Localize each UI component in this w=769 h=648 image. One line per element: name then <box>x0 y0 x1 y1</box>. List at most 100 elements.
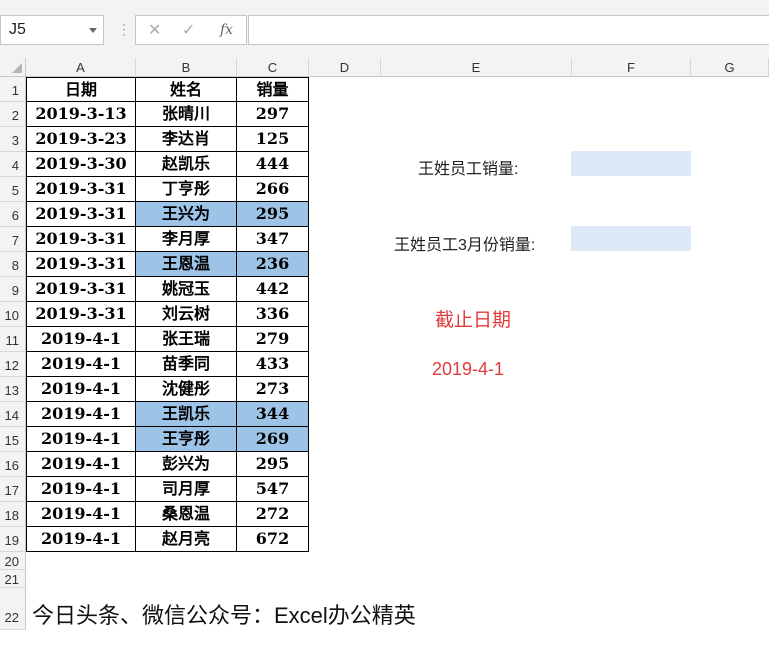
table-cell-name[interactable]: 姚冠玉 <box>136 277 237 302</box>
table-cell-sales[interactable]: 266 <box>237 177 309 202</box>
table-cell-sales[interactable]: 444 <box>237 152 309 177</box>
name-box-value: J5 <box>9 21 26 38</box>
row-header[interactable]: 4 <box>0 152 26 177</box>
row-header[interactable]: 21 <box>0 570 26 588</box>
table-cell-sales[interactable]: 295 <box>237 202 309 227</box>
row-header[interactable]: 10 <box>0 302 26 327</box>
table-cell-sales[interactable]: 269 <box>237 427 309 452</box>
row-header[interactable]: 7 <box>0 227 26 252</box>
row-header[interactable]: 6 <box>0 202 26 227</box>
table-cell-name[interactable]: 王恩温 <box>136 252 237 277</box>
table-cell-date[interactable]: 2019-4-1 <box>26 377 136 402</box>
row-header[interactable]: 16 <box>0 452 26 477</box>
table-cell-name[interactable]: 赵月亮 <box>136 527 237 552</box>
wang-march-sales-cell[interactable] <box>571 226 691 251</box>
table-header-cell[interactable]: 日期 <box>26 77 136 102</box>
table-cell-date[interactable]: 2019-3-13 <box>26 102 136 127</box>
table-cell-sales[interactable]: 279 <box>237 327 309 352</box>
table-cell-date[interactable]: 2019-4-1 <box>26 427 136 452</box>
wang-march-sales-label: 王姓员工3月份销量: <box>394 237 536 254</box>
row-header[interactable]: 8 <box>0 252 26 277</box>
row-header[interactable]: 19 <box>0 527 26 552</box>
table-cell-date[interactable]: 2019-4-1 <box>26 352 136 377</box>
table-cell-sales[interactable]: 273 <box>237 377 309 402</box>
table-cell-name[interactable]: 沈健彤 <box>136 377 237 402</box>
table-cell-date[interactable]: 2019-3-31 <box>26 202 136 227</box>
select-all-button[interactable] <box>0 58 26 77</box>
table-cell-sales[interactable]: 433 <box>237 352 309 377</box>
table-header-cell[interactable]: 销量 <box>237 77 309 102</box>
chevron-down-icon[interactable] <box>89 28 97 33</box>
table-cell-name[interactable]: 王亨彤 <box>136 427 237 452</box>
table-cell-date[interactable]: 2019-4-1 <box>26 452 136 477</box>
more-options-icon[interactable]: ⋮ <box>117 22 131 36</box>
column-header[interactable]: B <box>136 58 237 77</box>
column-header[interactable]: E <box>381 58 572 77</box>
column-header[interactable]: G <box>691 58 769 77</box>
insert-function-icon[interactable]: fx <box>220 22 233 38</box>
table-cell-name[interactable]: 王凯乐 <box>136 402 237 427</box>
column-header[interactable]: D <box>309 58 381 77</box>
table-cell-name[interactable]: 张晴川 <box>136 102 237 127</box>
row-header[interactable]: 22 <box>0 588 26 630</box>
table-header-cell[interactable]: 姓名 <box>136 77 237 102</box>
table-cell-date[interactable]: 2019-3-31 <box>26 177 136 202</box>
table-cell-name[interactable]: 彭兴为 <box>136 452 237 477</box>
cancel-icon[interactable]: ✕ <box>148 20 161 40</box>
table-cell-sales[interactable]: 336 <box>237 302 309 327</box>
table-cell-sales[interactable]: 125 <box>237 127 309 152</box>
wang-sales-cell[interactable] <box>571 151 691 176</box>
table-cell-name[interactable]: 苗季同 <box>136 352 237 377</box>
row-header[interactable]: 9 <box>0 277 26 302</box>
column-header[interactable]: A <box>26 58 136 77</box>
table-cell-name[interactable]: 李月厚 <box>136 227 237 252</box>
row-header[interactable]: 14 <box>0 402 26 427</box>
table-cell-sales[interactable]: 442 <box>237 277 309 302</box>
name-box[interactable]: J5 <box>0 15 104 45</box>
row-header[interactable]: 5 <box>0 177 26 202</box>
table-cell-sales[interactable]: 547 <box>237 477 309 502</box>
row-header[interactable]: 13 <box>0 377 26 402</box>
table-cell-name[interactable]: 司月厚 <box>136 477 237 502</box>
table-cell-date[interactable]: 2019-4-1 <box>26 502 136 527</box>
table-cell-date[interactable]: 2019-3-31 <box>26 227 136 252</box>
table-cell-date[interactable]: 2019-4-1 <box>26 402 136 427</box>
table-cell-sales[interactable]: 272 <box>237 502 309 527</box>
table-cell-date[interactable]: 2019-4-1 <box>26 327 136 352</box>
row-header[interactable]: 15 <box>0 427 26 452</box>
table-cell-name[interactable]: 刘云树 <box>136 302 237 327</box>
column-header[interactable]: F <box>572 58 691 77</box>
table-cell-date[interactable]: 2019-3-31 <box>26 252 136 277</box>
table-cell-sales[interactable]: 344 <box>237 402 309 427</box>
table-cell-name[interactable]: 赵凯乐 <box>136 152 237 177</box>
row-header[interactable]: 18 <box>0 502 26 527</box>
row-header[interactable]: 12 <box>0 352 26 377</box>
enter-icon[interactable]: ✓ <box>182 20 195 40</box>
table-cell-sales[interactable]: 297 <box>237 102 309 127</box>
table-cell-date[interactable]: 2019-4-1 <box>26 477 136 502</box>
row-header[interactable]: 3 <box>0 127 26 152</box>
table-cell-date[interactable]: 2019-3-23 <box>26 127 136 152</box>
formula-input[interactable] <box>248 15 769 45</box>
table-cell-sales[interactable]: 672 <box>237 527 309 552</box>
table-cell-date[interactable]: 2019-3-31 <box>26 302 136 327</box>
table-cell-sales[interactable]: 295 <box>237 452 309 477</box>
column-header[interactable]: C <box>237 58 309 77</box>
table-cell-name[interactable]: 王兴为 <box>136 202 237 227</box>
table-cell-sales[interactable]: 347 <box>237 227 309 252</box>
table-cell-date[interactable]: 2019-3-30 <box>26 152 136 177</box>
row-header[interactable]: 20 <box>0 552 26 570</box>
row-header[interactable]: 11 <box>0 327 26 352</box>
table-cell-name[interactable]: 张王瑞 <box>136 327 237 352</box>
cutoff-title: 截止日期 <box>435 310 512 331</box>
table-cell-sales[interactable]: 236 <box>237 252 309 277</box>
row-header[interactable]: 17 <box>0 477 26 502</box>
row-header[interactable]: 1 <box>0 77 26 102</box>
table-cell-date[interactable]: 2019-4-1 <box>26 527 136 552</box>
cutoff-date[interactable]: 2019-4-1 <box>432 359 504 380</box>
table-cell-name[interactable]: 丁亨彤 <box>136 177 237 202</box>
table-cell-date[interactable]: 2019-3-31 <box>26 277 136 302</box>
table-cell-name[interactable]: 桑恩温 <box>136 502 237 527</box>
table-cell-name[interactable]: 李达肖 <box>136 127 237 152</box>
row-header[interactable]: 2 <box>0 102 26 127</box>
